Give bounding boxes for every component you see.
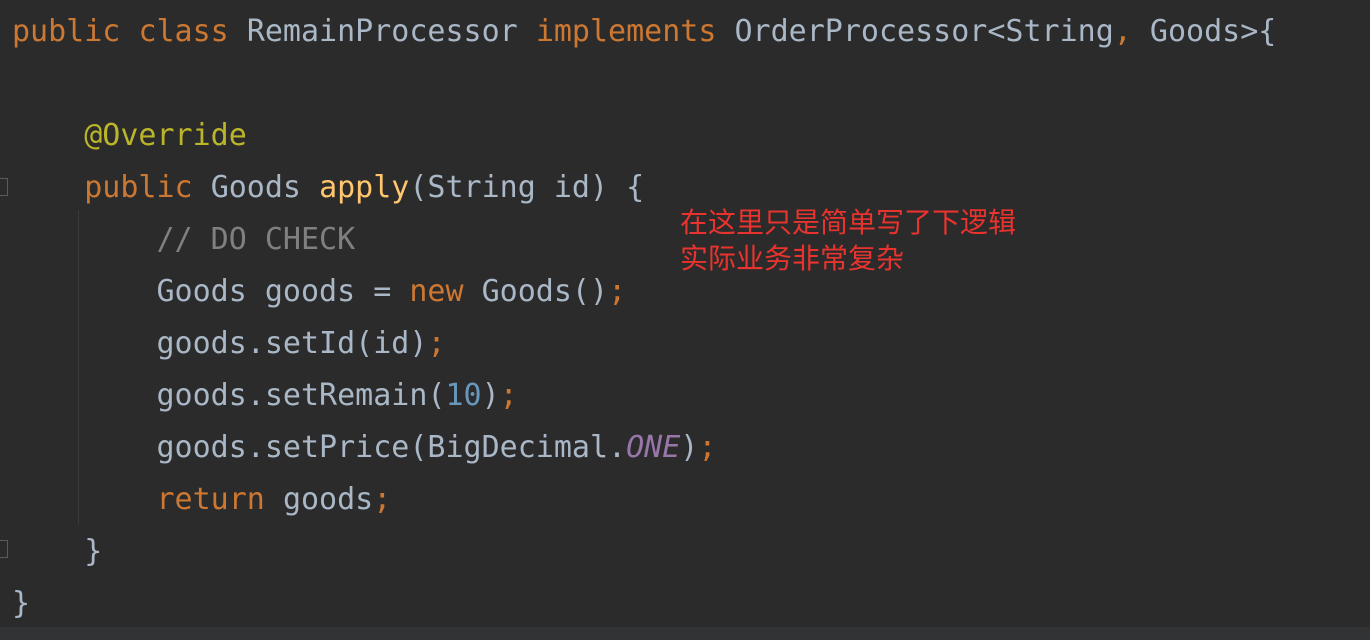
semicolon: ; (608, 274, 627, 309)
keyword-implements: implements (535, 14, 717, 49)
override-annotation: @Override (84, 118, 247, 153)
comment: // DO CHECK (156, 222, 356, 257)
return-value: goods (282, 482, 374, 517)
fold-marker-method-end[interactable] (0, 540, 8, 558)
interface-name: OrderProcessor<String (734, 14, 1114, 49)
method-call: goods.setRemain( (156, 378, 446, 413)
close-paren: ) (481, 378, 500, 413)
code-line-method-close: } (12, 532, 102, 572)
keyword-public: public (84, 170, 193, 205)
code-line-new-goods: Goods goods = new Goods(); (12, 272, 627, 312)
closing-brace: } (12, 586, 31, 621)
code-line-return: return goods; (12, 480, 392, 520)
generic-type: Goods>{ (1149, 14, 1277, 49)
method-name: apply (319, 170, 410, 205)
annotation-note-line-1: 在这里只是简单写了下逻辑 (680, 206, 1017, 239)
method-call: goods.setPrice(BigDecimal. (156, 430, 627, 465)
comma: , (1113, 14, 1132, 49)
code-line-set-price: goods.setPrice(BigDecimal.ONE); (12, 428, 717, 468)
keyword-class: class (138, 14, 229, 49)
code-line-method-signature: public Goods apply(String id) { (12, 168, 644, 208)
semicolon: ; (427, 326, 446, 361)
declaration: Goods goods = (156, 274, 410, 309)
semicolon: ; (373, 482, 392, 517)
keyword-public: public (12, 14, 121, 49)
method-call: goods.setId(id) (156, 326, 428, 361)
code-line-annotation: @Override (12, 116, 247, 156)
closing-brace: } (84, 534, 103, 569)
code-line-class-declaration: public class RemainProcessor implements … (12, 12, 1276, 52)
method-params: (String id) { (409, 170, 645, 205)
return-type: Goods (210, 170, 301, 205)
semicolon: ; (698, 430, 717, 465)
keyword-new: new (409, 274, 464, 309)
editor-bottom-strip (0, 627, 1370, 640)
close-paren: ) (680, 430, 699, 465)
constructor-call: Goods() (481, 274, 609, 309)
code-editor[interactable]: public class RemainProcessor implements … (0, 0, 1370, 627)
annotation-note-line-2: 实际业务非常复杂 (680, 242, 905, 275)
code-line-set-remain: goods.setRemain(10); (12, 376, 518, 416)
code-line-class-close: } (12, 584, 30, 624)
code-line-set-id: goods.setId(id); (12, 324, 446, 364)
code-line-comment: // DO CHECK (12, 220, 356, 260)
fold-marker-method-start[interactable] (0, 178, 8, 196)
keyword-return: return (156, 482, 265, 517)
class-name: RemainProcessor (246, 14, 518, 49)
number-literal: 10 (445, 378, 482, 413)
semicolon: ; (499, 378, 518, 413)
static-field: ONE (626, 430, 681, 465)
